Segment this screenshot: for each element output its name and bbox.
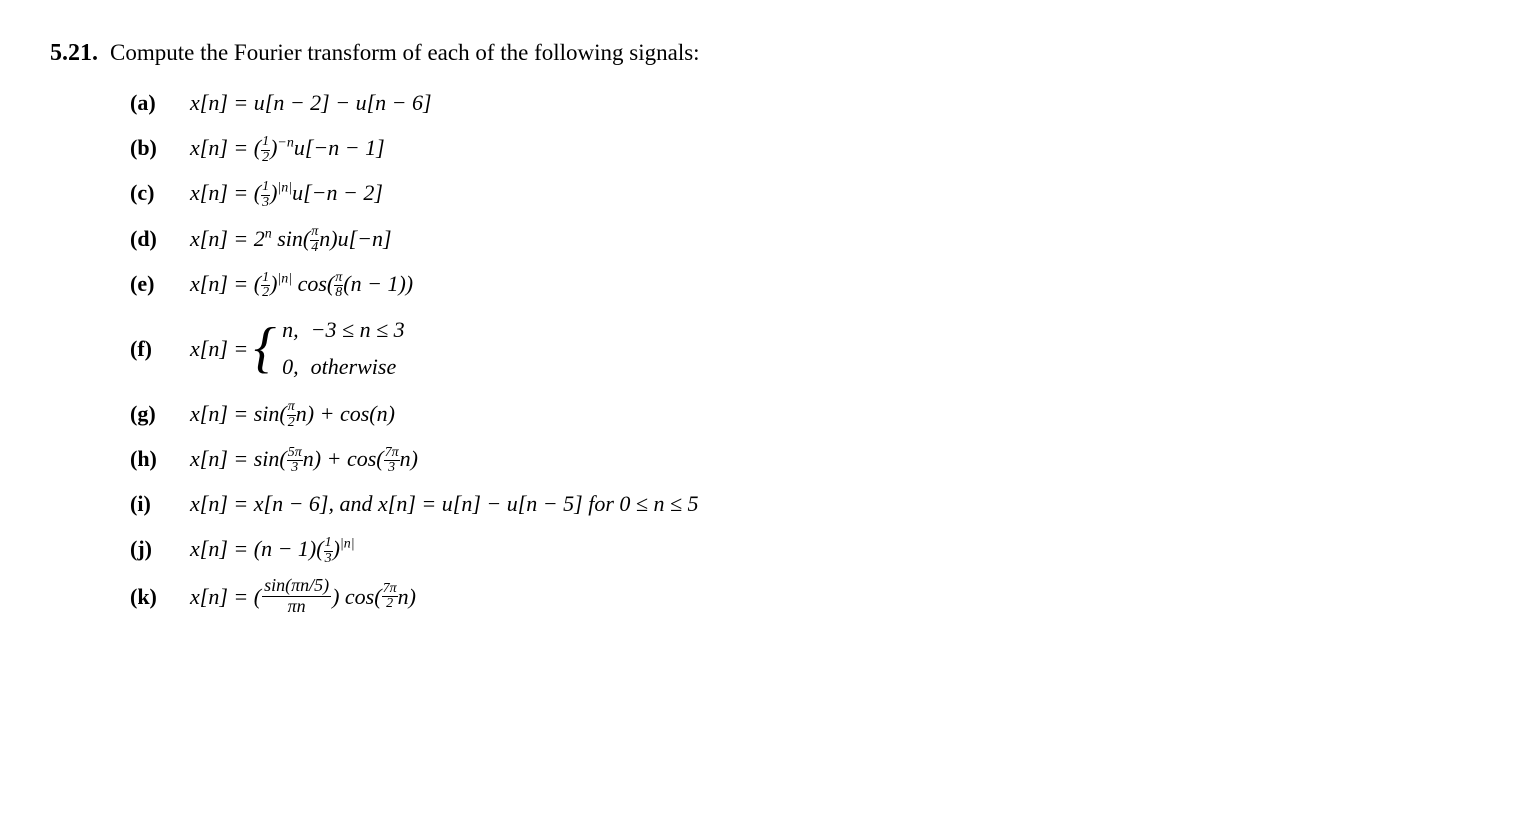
part-c-label: (c)	[130, 175, 190, 210]
part-c-content: x[n] = (13)|n|u[−n − 2]	[190, 175, 383, 210]
problem-header: 5.21. Compute the Fourier transform of e…	[50, 40, 1477, 67]
part-f-math: x[n] = { n, −3 ≤ n ≤ 3 0, otherwise	[190, 311, 405, 386]
part-i-math: x[n] = x[n − 6], and x[n] = u[n] − u[n −…	[190, 486, 699, 521]
part-e-row: (e) x[n] = (12)|n| cos(π8(n − 1))	[130, 266, 1477, 301]
part-d-math: x[n] = 2n sin(π4n)u[−n]	[190, 221, 392, 256]
part-g-row: (g) x[n] = sin(π2n) + cos(n)	[130, 396, 1477, 431]
part-e-math: x[n] = (12)|n| cos(π8(n − 1))	[190, 266, 413, 301]
case-1-value: n,	[282, 311, 299, 348]
part-c-row: (c) x[n] = (13)|n|u[−n − 2]	[130, 175, 1477, 210]
part-b-row: (b) x[n] = (12)−nu[−n − 1]	[130, 130, 1477, 165]
case-2-value: 0,	[282, 348, 299, 385]
piecewise-case-1: n, −3 ≤ n ≤ 3	[282, 311, 405, 348]
part-b-label: (b)	[130, 130, 190, 165]
part-e-label: (e)	[130, 266, 190, 301]
part-e-content: x[n] = (12)|n| cos(π8(n − 1))	[190, 266, 413, 301]
problem-number: 5.21.	[50, 40, 98, 67]
part-g-math: x[n] = sin(π2n) + cos(n)	[190, 396, 395, 431]
part-f-label: (f)	[130, 331, 190, 366]
part-k-row: (k) x[n] = ( sin(πn/5) πn ) cos(7π2n)	[130, 576, 1477, 617]
part-k-content: x[n] = ( sin(πn/5) πn ) cos(7π2n)	[190, 576, 416, 617]
part-j-row: (j) x[n] = (n − 1)(13)|n|	[130, 531, 1477, 566]
parts-container: (a) x[n] = u[n − 2] − u[n − 6] (b) x[n] …	[130, 85, 1477, 617]
part-b-math: x[n] = (12)−nu[−n − 1]	[190, 130, 385, 165]
part-i-label: (i)	[130, 486, 190, 521]
part-g-label: (g)	[130, 396, 190, 431]
piecewise-cases: n, −3 ≤ n ≤ 3 0, otherwise	[282, 311, 405, 386]
problem-container: 5.21. Compute the Fourier transform of e…	[50, 40, 1477, 617]
part-j-content: x[n] = (n − 1)(13)|n|	[190, 531, 355, 566]
part-g-content: x[n] = sin(π2n) + cos(n)	[190, 396, 395, 431]
part-h-content: x[n] = sin(5π3n) + cos(7π3n)	[190, 441, 418, 476]
case-1-condition: −3 ≤ n ≤ 3	[311, 311, 405, 348]
part-h-math: x[n] = sin(5π3n) + cos(7π3n)	[190, 441, 418, 476]
part-d-content: x[n] = 2n sin(π4n)u[−n]	[190, 221, 392, 256]
part-i-content: x[n] = x[n − 6], and x[n] = u[n] − u[n −…	[190, 486, 699, 521]
part-f-content: x[n] = { n, −3 ≤ n ≤ 3 0, otherwise	[190, 311, 405, 386]
case-2-condition: otherwise	[311, 348, 397, 385]
part-j-label: (j)	[130, 531, 190, 566]
part-i-row: (i) x[n] = x[n − 6], and x[n] = u[n] − u…	[130, 486, 1477, 521]
part-c-math: x[n] = (13)|n|u[−n − 2]	[190, 175, 383, 210]
part-d-label: (d)	[130, 221, 190, 256]
part-f-row: (f) x[n] = { n, −3 ≤ n ≤ 3 0, otherwise	[130, 311, 1477, 386]
part-b-content: x[n] = (12)−nu[−n − 1]	[190, 130, 385, 165]
problem-instruction: Compute the Fourier transform of each of…	[110, 40, 700, 66]
part-a-row: (a) x[n] = u[n − 2] − u[n − 6]	[130, 85, 1477, 120]
piecewise-brace: {	[254, 325, 276, 373]
part-j-math: x[n] = (n − 1)(13)|n|	[190, 531, 355, 566]
part-a-label: (a)	[130, 85, 190, 120]
part-k-label: (k)	[130, 579, 190, 614]
part-a-math: x[n] = u[n − 2] − u[n − 6]	[190, 85, 432, 120]
part-d-row: (d) x[n] = 2n sin(π4n)u[−n]	[130, 221, 1477, 256]
part-h-label: (h)	[130, 441, 190, 476]
part-a-content: x[n] = u[n − 2] − u[n − 6]	[190, 85, 432, 120]
piecewise-case-2: 0, otherwise	[282, 348, 405, 385]
part-k-math: x[n] = ( sin(πn/5) πn ) cos(7π2n)	[190, 576, 416, 617]
part-h-row: (h) x[n] = sin(5π3n) + cos(7π3n)	[130, 441, 1477, 476]
